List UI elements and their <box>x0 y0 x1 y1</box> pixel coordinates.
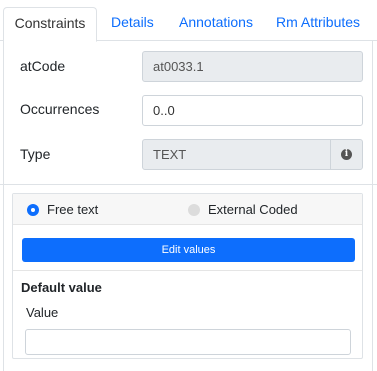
default-value-title: Default value <box>21 280 102 295</box>
occurrences-value: 0..0 <box>153 103 175 118</box>
tab-constraints[interactable]: Constraints <box>3 7 97 42</box>
atcode-field: at0033.1 <box>142 51 363 82</box>
occurrences-input[interactable]: 0..0 <box>142 95 363 126</box>
edit-values-button[interactable]: Edit values <box>22 238 355 262</box>
external-coded-radio-icon[interactable] <box>188 203 200 216</box>
text-type-selector: Free text External Coded <box>13 194 362 225</box>
tab-rm-attributes[interactable]: Rm Attributes <box>276 7 360 41</box>
type-field: TEXT i <box>142 139 363 170</box>
text-constraint-card: Free text External Coded Edit values Def… <box>12 193 363 359</box>
value-label: Value <box>26 305 59 320</box>
free-text-option[interactable]: Free text <box>27 202 98 217</box>
free-text-radio-icon[interactable] <box>27 203 39 216</box>
atcode-label: atCode <box>20 58 66 74</box>
tab-annotations[interactable]: Annotations <box>179 7 253 41</box>
free-text-label: Free text <box>47 202 99 217</box>
tab-details[interactable]: Details <box>111 7 154 41</box>
info-icon: i <box>341 149 352 160</box>
type-info-button[interactable]: i <box>330 140 362 169</box>
tab-bar: Constraints Details Annotations Rm Attri… <box>0 0 377 42</box>
atcode-value: at0033.1 <box>153 59 204 74</box>
external-coded-option[interactable]: External Coded <box>188 202 298 217</box>
type-label: Type <box>20 146 51 162</box>
section-divider <box>0 184 377 185</box>
type-value: TEXT <box>153 147 187 162</box>
card-divider <box>13 270 362 271</box>
external-coded-label: External Coded <box>208 202 298 217</box>
value-input[interactable] <box>25 329 351 355</box>
occurrences-label: Occurrences <box>20 101 100 117</box>
